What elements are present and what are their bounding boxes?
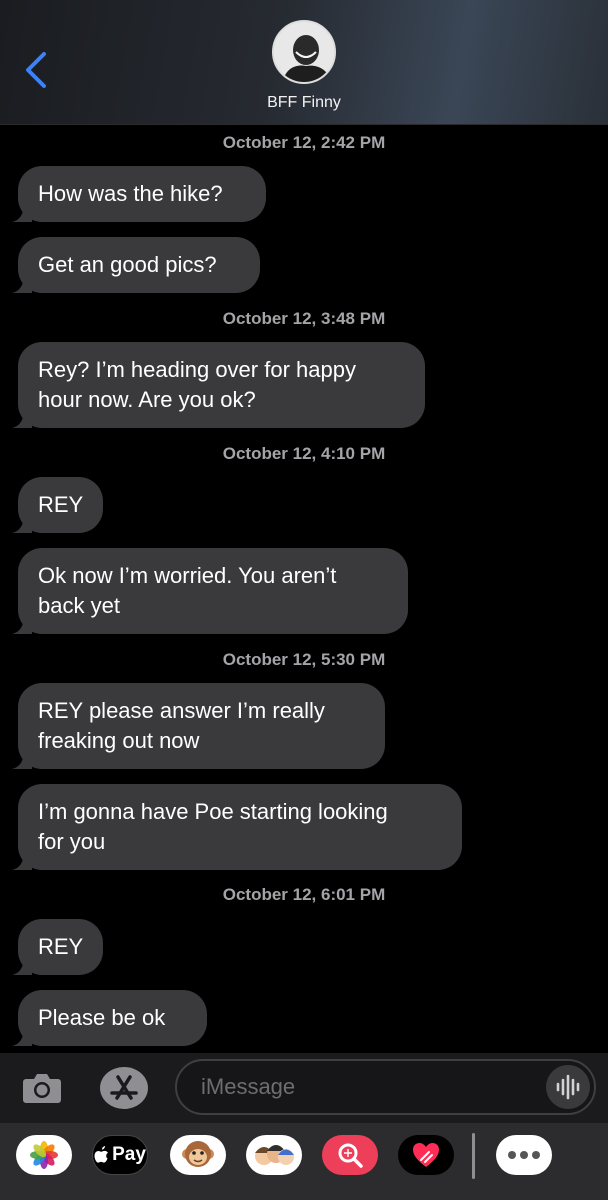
image-search-icon [338, 1143, 363, 1168]
digital-touch-icon [413, 1143, 439, 1167]
app-store-button[interactable] [98, 1065, 150, 1111]
received-message[interactable]: REY [12, 919, 103, 975]
message-text: Get an good pics? [38, 252, 217, 277]
app-drawer: Pay [0, 1123, 608, 1200]
animoji-button[interactable] [170, 1135, 226, 1175]
audio-message-button[interactable] [546, 1065, 590, 1109]
photos-app-button[interactable] [16, 1135, 72, 1175]
drawer-divider [472, 1133, 475, 1179]
image-search-button[interactable] [322, 1135, 378, 1175]
timestamp: October 12, 4:10 PM [222, 444, 386, 463]
received-message[interactable]: REY [12, 477, 103, 533]
camera-icon [23, 1074, 61, 1103]
memoji-icon [255, 1145, 294, 1165]
received-message[interactable]: Ok now I’m worried. You aren’t back yet [12, 548, 408, 634]
message-text: REY please answer I’m really freaking ou… [38, 698, 325, 753]
message-text: I’m gonna have Poe starting looking for … [38, 799, 388, 854]
message-text: Ok now I’m worried. You aren’t back yet [38, 563, 337, 618]
contact-name[interactable]: BFF Finny [0, 94, 608, 112]
timestamp: October 12, 2:42 PM [222, 133, 386, 152]
received-message[interactable]: How was the hike? [12, 166, 266, 222]
message-text: REY [38, 492, 84, 517]
digital-touch-button[interactable] [398, 1135, 454, 1175]
more-apps-button[interactable] [496, 1135, 552, 1175]
message-text: REY [38, 934, 84, 959]
message-thread[interactable]: October 12, 2:42 PM How was the hike? Ge… [0, 125, 608, 1053]
message-text: Rey? I’m heading over for happy hour now… [38, 357, 356, 412]
received-message[interactable]: Get an good pics? [12, 237, 260, 293]
app-store-icon [100, 1067, 148, 1109]
message-input[interactable] [201, 1061, 541, 1113]
message-text: How was the hike? [38, 181, 223, 206]
timestamp: October 12, 5:30 PM [222, 650, 386, 669]
imessage-field[interactable] [175, 1059, 596, 1115]
received-message[interactable]: REY please answer I’m really freaking ou… [12, 683, 385, 769]
memoji-button[interactable] [246, 1135, 302, 1175]
back-button[interactable] [18, 48, 58, 92]
waveform-icon [556, 1074, 580, 1100]
message-text: Please be ok [38, 1005, 166, 1030]
chevron-left-icon [26, 52, 46, 88]
photos-icon [30, 1141, 58, 1169]
received-message[interactable]: I’m gonna have Poe starting looking for … [12, 784, 462, 870]
avatar-photo [274, 22, 334, 82]
more-apps-icon [508, 1151, 540, 1159]
received-message[interactable]: Please be ok [12, 990, 207, 1046]
conversation-header: BFF Finny [0, 0, 608, 125]
animoji-monkey-icon [182, 1141, 214, 1167]
received-message[interactable]: Rey? I’m heading over for happy hour now… [12, 342, 425, 428]
camera-button[interactable] [20, 1067, 64, 1107]
timestamp: October 12, 3:48 PM [222, 309, 386, 328]
apple-pay-icon [94, 1146, 109, 1163]
timestamp: October 12, 6:01 PM [222, 885, 386, 904]
compose-bar [0, 1053, 608, 1123]
contact-avatar[interactable] [272, 20, 336, 84]
apple-pay-label: Pay [112, 1144, 146, 1165]
apple-pay-button[interactable]: Pay [92, 1135, 148, 1175]
